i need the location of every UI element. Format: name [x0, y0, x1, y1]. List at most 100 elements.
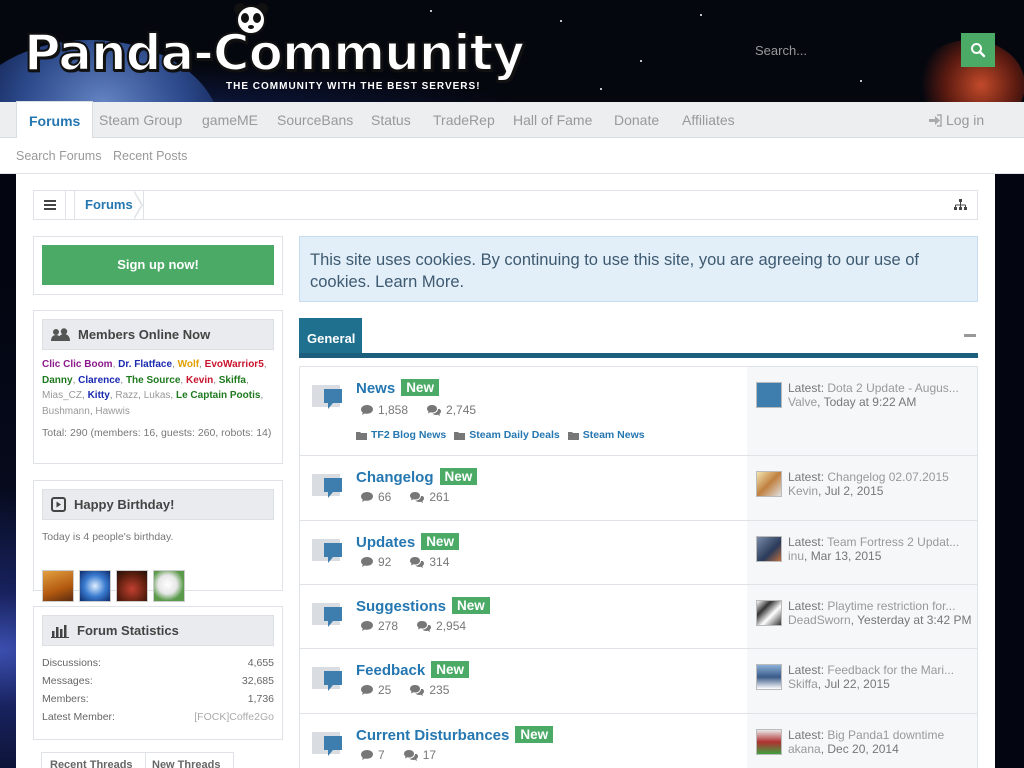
- subforum-link[interactable]: Steam News: [567, 429, 645, 441]
- latest-avatar[interactable]: [756, 600, 782, 626]
- star: [430, 10, 432, 12]
- online-member-link[interactable]: Danny: [42, 375, 73, 386]
- latest-user-link[interactable]: inu: [788, 549, 804, 563]
- latest-avatar[interactable]: [756, 729, 782, 755]
- search-input[interactable]: [745, 33, 960, 67]
- tab-forums[interactable]: Forums: [16, 101, 94, 138]
- latest-time: Yesterday at 3:42 PM: [857, 613, 972, 627]
- sitemap-icon[interactable]: [954, 199, 967, 211]
- forum-title[interactable]: Updates New: [356, 533, 459, 551]
- forum-title[interactable]: News New: [356, 379, 439, 397]
- subforum-link[interactable]: Steam Daily Deals: [454, 429, 560, 441]
- birthday-header: Happy Birthday!: [42, 489, 274, 520]
- tab-sourcebans[interactable]: SourceBans: [277, 102, 353, 138]
- latest-thread-link[interactable]: Playtime restriction for...: [827, 599, 955, 613]
- search-forums-link[interactable]: Search Forums: [16, 138, 101, 174]
- main-navigation: Forums Steam Group gameME SourceBans Sta…: [0, 101, 1024, 138]
- latest-thread-link[interactable]: Feedback for the Mari...: [827, 663, 954, 677]
- subforum-link[interactable]: TF2 Blog News: [356, 429, 446, 441]
- avatar[interactable]: [116, 570, 148, 602]
- learn-more-link[interactable]: Learn More.: [375, 273, 464, 291]
- breadcrumb-menu-button[interactable]: [34, 191, 66, 219]
- messages-icon: [427, 405, 442, 416]
- site-logo[interactable]: Panda-Community: [23, 23, 526, 83]
- stat-label: Discussions:: [42, 657, 101, 669]
- recent-posts-link[interactable]: Recent Posts: [113, 138, 187, 174]
- latest-avatar[interactable]: [756, 471, 782, 497]
- latest-thread-link[interactable]: Team Fortress 2 Updat...: [827, 535, 959, 549]
- tab-status[interactable]: Status: [371, 102, 411, 138]
- online-member-link[interactable]: Mias_CZ: [42, 390, 82, 401]
- latest-post: Latest: Playtime restriction for... DeadS…: [788, 599, 972, 627]
- login-link[interactable]: Log in: [928, 102, 984, 138]
- messages-icon: [403, 750, 418, 761]
- latest-user-link[interactable]: Kevin: [788, 484, 818, 498]
- online-member-link[interactable]: Skiffa: [219, 375, 246, 386]
- message-count: 2,745: [446, 403, 477, 417]
- online-member-link[interactable]: Kitty: [88, 390, 110, 401]
- online-member-link[interactable]: The Source: [126, 375, 180, 386]
- category-title[interactable]: General: [299, 318, 362, 354]
- forum-icon-wrap[interactable]: [310, 601, 344, 631]
- forum-title[interactable]: Current Disturbances New: [356, 726, 554, 744]
- online-member-link[interactable]: Le Captain Pootis: [176, 390, 260, 401]
- avatar[interactable]: [153, 570, 185, 602]
- message-count: 17: [422, 748, 437, 762]
- tab-affiliates[interactable]: Affiliates: [682, 102, 735, 138]
- tab-hall-of-fame[interactable]: Hall of Fame: [513, 102, 592, 138]
- online-member-link[interactable]: Kevin: [186, 375, 213, 386]
- forum-icon-wrap[interactable]: [310, 383, 344, 413]
- latest-thread-link[interactable]: Changelog 02.07.2015: [827, 470, 948, 484]
- latest-thread-link[interactable]: Dota 2 Update - Augus...: [827, 381, 958, 395]
- online-member-link[interactable]: Dr. Flatface: [118, 359, 172, 370]
- forum-title[interactable]: Suggestions New: [356, 597, 490, 615]
- tab-gameme[interactable]: gameME: [202, 102, 258, 138]
- latest-post: Latest: Team Fortress 2 Updat... inu, Mar…: [788, 535, 960, 563]
- avatar[interactable]: [42, 570, 74, 602]
- forum-icon: [312, 667, 342, 691]
- forum-icon-wrap[interactable]: [310, 665, 344, 695]
- signup-button[interactable]: Sign up now!: [42, 245, 274, 285]
- collapse-icon[interactable]: [964, 334, 976, 337]
- online-member-link[interactable]: Bushmann: [42, 406, 90, 417]
- new-badge: New: [421, 533, 459, 550]
- latest-user-link[interactable]: Skiffa: [788, 677, 818, 691]
- tab-recent-threads[interactable]: Recent Threads: [50, 759, 133, 768]
- forum-icon-wrap[interactable]: [310, 472, 344, 502]
- stat-discussions: Discussions: 4,655: [42, 657, 274, 675]
- forum-main: Updates New 92 314: [300, 521, 747, 584]
- online-member-link[interactable]: Razz: [115, 390, 138, 401]
- latest-user-link[interactable]: DeadSworn: [788, 613, 851, 627]
- avatar[interactable]: [79, 570, 111, 602]
- search-button[interactable]: [961, 33, 995, 67]
- latest-user-link[interactable]: akana: [788, 742, 821, 756]
- online-member-link[interactable]: Clarence: [78, 375, 120, 386]
- latest-avatar[interactable]: [756, 536, 782, 562]
- forum-stats: 66 261: [360, 490, 449, 504]
- online-member-link[interactable]: Wolf: [178, 359, 199, 370]
- login-icon: [929, 113, 942, 127]
- forum-title[interactable]: Feedback New: [356, 661, 469, 679]
- new-badge: New: [439, 468, 478, 485]
- online-member-link[interactable]: EvoWarrior5: [205, 359, 264, 370]
- birthday-title: Happy Birthday!: [74, 497, 175, 512]
- online-member-link[interactable]: Hawwis: [95, 406, 129, 417]
- latest-time: Jul 22, 2015: [824, 677, 890, 691]
- forum-title[interactable]: Changelog New: [356, 468, 478, 486]
- tab-traderep[interactable]: TradeRep: [433, 102, 495, 138]
- forum-icon-wrap[interactable]: [310, 537, 344, 567]
- tab-steam-group[interactable]: Steam Group: [99, 102, 182, 138]
- latest-user-link[interactable]: Valve: [788, 395, 817, 409]
- latest-avatar[interactable]: [756, 664, 782, 690]
- online-member-link[interactable]: Lukas: [144, 390, 171, 401]
- latest-thread-link[interactable]: Big Panda1 downtime: [827, 728, 944, 742]
- latest-member-link[interactable]: [FOCK]Coffe2Go: [194, 711, 274, 723]
- forum-icon-wrap[interactable]: [310, 730, 344, 760]
- discussions-icon: [361, 750, 373, 760]
- latest-time: Mar 13, 2015: [810, 549, 882, 563]
- online-member-link[interactable]: Clic Clic Boom: [42, 359, 113, 370]
- tab-new-threads[interactable]: New Threads: [152, 759, 220, 768]
- tab-donate[interactable]: Donate: [614, 102, 659, 138]
- latest-avatar[interactable]: [756, 382, 782, 408]
- forum-main: Feedback New 25 235: [300, 649, 747, 713]
